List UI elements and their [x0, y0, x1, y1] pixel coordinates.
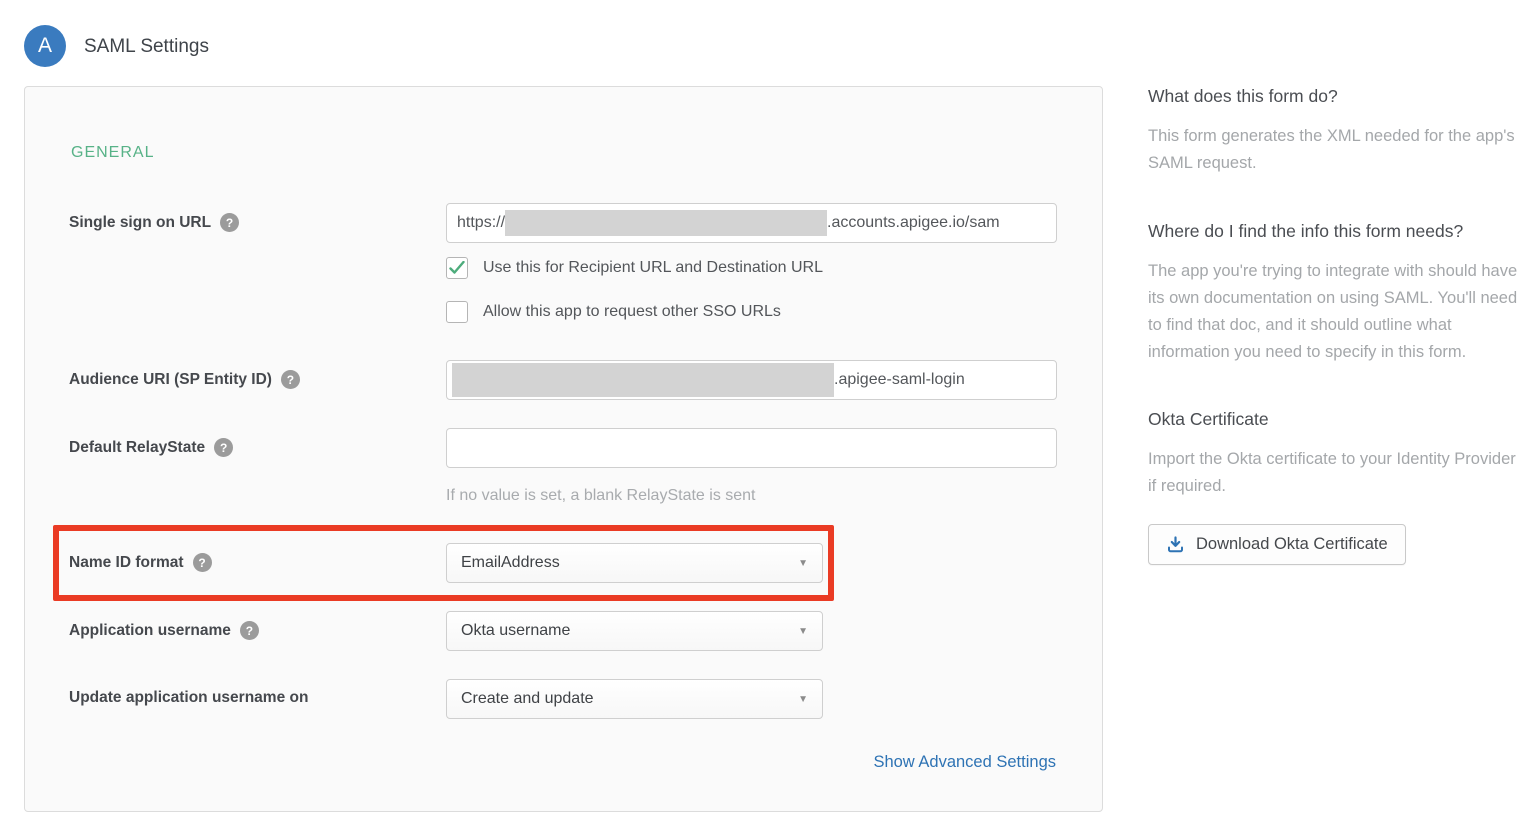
sidebar-body: Import the Okta certificate to your Iden… [1148, 446, 1522, 500]
general-section-title: GENERAL [71, 144, 154, 162]
application-username-value: Okta username [461, 622, 570, 640]
application-username-label: Application username ? [69, 621, 259, 640]
audience-uri-help-icon[interactable]: ? [281, 370, 300, 389]
sidebar-section-certificate: Okta Certificate Import the Okta certifi… [1148, 407, 1522, 500]
sso-url-value-prefix: https:// [457, 214, 505, 232]
dropdown-arrow-icon: ▼ [798, 558, 808, 569]
step-a-badge: A [24, 25, 66, 67]
sso-url-label-text: Single sign on URL [69, 214, 211, 232]
download-icon [1166, 535, 1185, 554]
download-okta-certificate-button[interactable]: Download Okta Certificate [1148, 524, 1406, 565]
sso-url-input[interactable]: https:// .accounts.apigee.io/sam [446, 203, 1057, 243]
relay-state-hint: If no value is set, a blank RelayState i… [446, 487, 756, 505]
other-sso-checkbox-label: Allow this app to request other SSO URLs [483, 303, 781, 321]
page-title: SAML Settings [84, 36, 209, 58]
sidebar-section-where: Where do I find the info this form needs… [1148, 219, 1522, 366]
show-advanced-settings-link[interactable]: Show Advanced Settings [873, 753, 1056, 772]
sidebar-heading: What does this form do? [1148, 84, 1522, 108]
help-sidebar: What does this form do? This form genera… [1148, 84, 1522, 565]
sidebar-body: The app you're trying to integrate with … [1148, 258, 1522, 366]
sso-url-help-icon[interactable]: ? [220, 213, 239, 232]
dropdown-arrow-icon: ▼ [798, 694, 808, 705]
application-username-help-icon[interactable]: ? [240, 621, 259, 640]
sso-url-value-suffix: .accounts.apigee.io/sam [827, 214, 1000, 232]
audience-uri-label: Audience URI (SP Entity ID) ? [69, 370, 300, 389]
name-id-format-label: Name ID format ? [69, 553, 212, 572]
relay-state-help-icon[interactable]: ? [214, 438, 233, 457]
other-sso-checkbox[interactable] [446, 301, 468, 323]
other-sso-checkbox-row: Allow this app to request other SSO URLs [446, 301, 781, 323]
recipient-url-checkbox-label: Use this for Recipient URL and Destinati… [483, 259, 823, 277]
recipient-url-checkbox-row: Use this for Recipient URL and Destinati… [446, 257, 823, 279]
sidebar-heading: Okta Certificate [1148, 407, 1522, 431]
sidebar-heading: Where do I find the info this form needs… [1148, 219, 1522, 243]
download-button-label: Download Okta Certificate [1196, 535, 1388, 554]
relay-state-label-text: Default RelayState [69, 439, 205, 457]
step-a-badge-letter: A [38, 34, 52, 58]
audience-uri-redaction [452, 363, 834, 397]
update-username-value: Create and update [461, 690, 594, 708]
relay-state-input[interactable] [446, 428, 1057, 468]
audience-uri-label-text: Audience URI (SP Entity ID) [69, 371, 272, 389]
audience-uri-value-suffix: .apigee-saml-login [834, 371, 965, 389]
application-username-label-text: Application username [69, 622, 231, 640]
sso-url-label: Single sign on URL ? [69, 213, 239, 232]
audience-uri-input[interactable]: .apigee-saml-login [446, 360, 1057, 400]
update-username-label-text: Update application username on [69, 689, 308, 707]
saml-settings-form-panel: GENERAL Single sign on URL ? https:// .a… [24, 86, 1103, 812]
saml-settings-page: A SAML Settings GENERAL Single sign on U… [0, 0, 1532, 815]
dropdown-arrow-icon: ▼ [798, 626, 808, 637]
name-id-format-label-text: Name ID format [69, 554, 184, 572]
update-username-select[interactable]: Create and update ▼ [446, 679, 823, 719]
application-username-select[interactable]: Okta username ▼ [446, 611, 823, 651]
recipient-url-checkbox[interactable] [446, 257, 468, 279]
relay-state-label: Default RelayState ? [69, 438, 233, 457]
sso-url-redaction [505, 210, 827, 236]
name-id-format-select[interactable]: EmailAddress ▼ [446, 543, 823, 583]
name-id-format-value: EmailAddress [461, 554, 560, 572]
check-icon [449, 261, 465, 275]
update-username-label: Update application username on [69, 689, 308, 707]
sidebar-section-what: What does this form do? This form genera… [1148, 84, 1522, 177]
sidebar-body: This form generates the XML needed for t… [1148, 123, 1522, 177]
name-id-format-help-icon[interactable]: ? [193, 553, 212, 572]
